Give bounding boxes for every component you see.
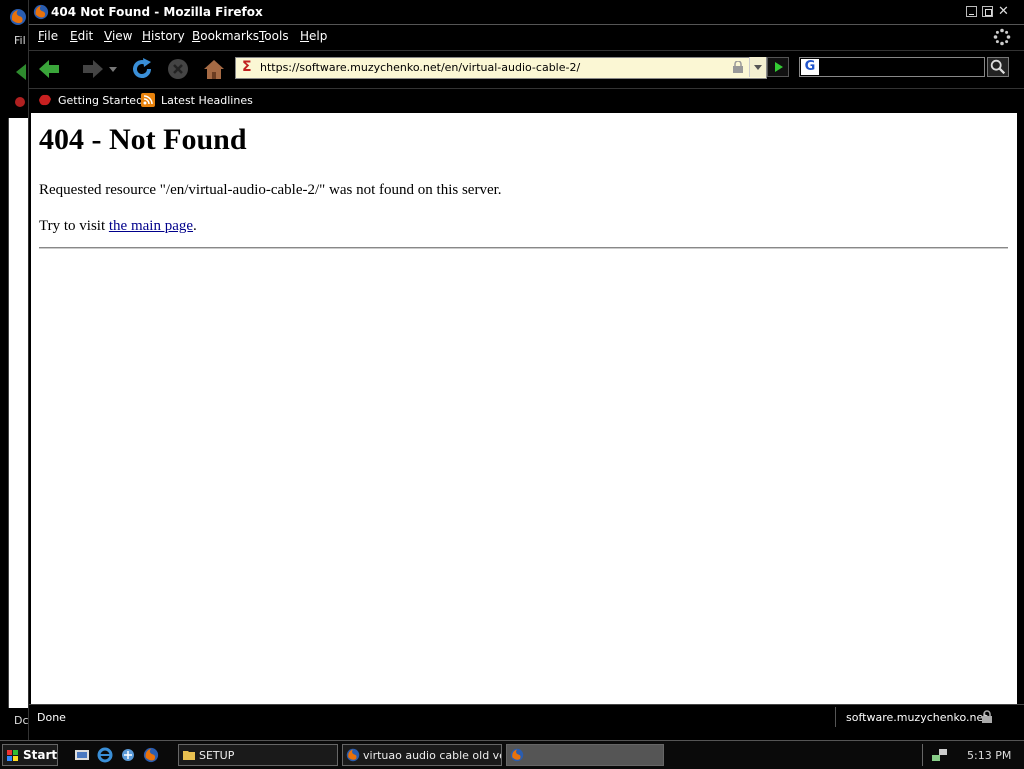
site-icon: Σ [242, 59, 252, 75]
background-menu-fragment: Fil [14, 34, 26, 47]
folder-icon [183, 751, 195, 760]
background-window[interactable]: Fil Dc [0, 0, 31, 740]
back-arrow-icon [16, 64, 26, 80]
task-firefox-active[interactable] [506, 744, 664, 766]
title-bar[interactable]: 404 Not Found - Mozilla Firefox ✕ [29, 0, 1024, 24]
menu-history[interactable]: History [142, 29, 185, 43]
throbber-icon [993, 28, 1011, 46]
task-setup[interactable]: SETUP [178, 744, 338, 766]
visit-suffix: . [193, 218, 197, 234]
search-engine-icon[interactable]: G [801, 59, 819, 75]
firefox-icon [510, 748, 524, 762]
status-divider [835, 707, 836, 727]
visit-line: Try to visit the main page. [39, 218, 197, 235]
search-input[interactable] [799, 57, 985, 77]
bookmark-icon [15, 97, 25, 107]
forward-button[interactable] [81, 57, 105, 81]
menu-bar: File Edit View History Bookmarks Tools H… [29, 24, 1024, 49]
minimize-button[interactable] [966, 6, 977, 17]
internet-explorer-icon[interactable] [97, 747, 113, 763]
start-button[interactable]: Start [2, 744, 58, 766]
stop-button[interactable] [166, 57, 190, 81]
bookmark-latest-headlines[interactable]: Latest Headlines [161, 94, 253, 107]
firefox-icon [33, 4, 49, 20]
forward-history-dropdown-icon[interactable] [107, 57, 119, 81]
url-bar[interactable]: Σ https://software.muzychenko.net/en/vir… [235, 57, 767, 79]
go-button[interactable] [767, 57, 789, 77]
menu-file[interactable]: File [38, 29, 58, 43]
back-button[interactable] [37, 57, 61, 81]
main-page-link[interactable]: the main page [109, 218, 193, 234]
page-content: 404 - Not Found Requested resource "/en/… [31, 113, 1017, 704]
firefox-window: 404 Not Found - Mozilla Firefox ✕ File E… [28, 0, 1024, 740]
menu-bookmarks[interactable]: Bookmarks [192, 29, 259, 43]
firefox-quicklaunch-icon[interactable] [143, 747, 159, 763]
search-button[interactable] [987, 57, 1009, 77]
navigation-toolbar: Σ https://software.muzychenko.net/en/vir… [29, 50, 1024, 87]
task-label: virtuao audio cable old ve... [363, 749, 502, 762]
task-firefox-search[interactable]: virtuao audio cable old ve... [342, 744, 502, 766]
getting-started-icon [39, 94, 51, 106]
windows-flag-icon [7, 750, 18, 761]
system-tray: 5:13 PM [922, 744, 1023, 766]
clock[interactable]: 5:13 PM [967, 749, 1011, 762]
home-button[interactable] [202, 57, 226, 81]
bookmarks-toolbar: Getting Started Latest Headlines [29, 88, 1024, 113]
url-input[interactable]: https://software.muzychenko.net/en/virtu… [260, 61, 580, 74]
firefox-icon [346, 748, 360, 762]
task-label: SETUP [199, 749, 235, 762]
network-status-icon[interactable] [931, 747, 949, 763]
bookmark-getting-started[interactable]: Getting Started [58, 94, 143, 107]
firefox-icon [10, 9, 26, 25]
background-status-fragment: Dc [14, 714, 29, 727]
page-title: 404 - Not Found [39, 123, 247, 156]
menu-edit[interactable]: Edit [70, 29, 93, 43]
network-icon[interactable] [120, 747, 136, 763]
close-button[interactable]: ✕ [998, 5, 1009, 18]
reload-button[interactable] [130, 57, 154, 81]
status-text: Done [37, 711, 66, 724]
menu-view[interactable]: View [104, 29, 132, 43]
menu-tools[interactable]: Tools [259, 29, 289, 43]
feed-lock-icon [733, 61, 743, 73]
status-host: software.muzychenko.net [846, 711, 988, 724]
maximize-button[interactable] [982, 6, 993, 17]
show-desktop-icon[interactable] [74, 747, 90, 763]
divider [39, 247, 1008, 249]
start-label: Start [23, 748, 58, 762]
taskbar: Start SETUP virtuao audio cable old ve..… [0, 740, 1024, 769]
status-bar: Done software.muzychenko.net [29, 704, 1024, 729]
error-message: Requested resource "/en/virtual-audio-ca… [39, 182, 502, 198]
window-title: 404 Not Found - Mozilla Firefox [51, 5, 263, 19]
url-history-dropdown[interactable] [749, 57, 766, 77]
visit-prefix: Try to visit [39, 218, 109, 234]
rss-feed-icon [141, 93, 155, 107]
lock-icon[interactable] [981, 710, 993, 723]
menu-help[interactable]: Help [300, 29, 327, 43]
